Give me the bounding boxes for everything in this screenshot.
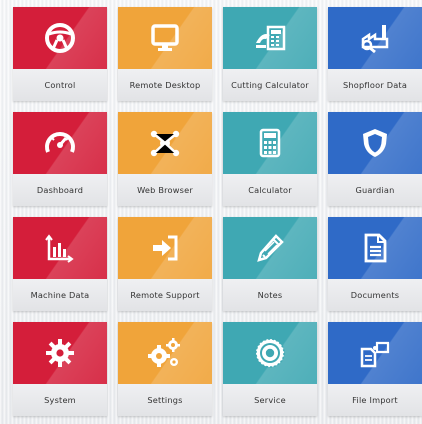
monitor-icon [151,24,179,51]
tile-label: Remote Support [118,279,212,311]
tile-documents-color-area [328,217,422,279]
tile-label: Remote Desktop [118,69,212,101]
tile-label: Guardian [328,174,422,206]
tile-machine-data-color-area [13,217,107,279]
tile-shopfloor-data-color-area [328,7,422,69]
tile-control-color-area [13,7,107,69]
tile-dashboard-color-area [13,112,107,174]
cog-wheel-icon [255,338,285,368]
tile-label: Web Browser [118,174,212,206]
tile-machine-data[interactable]: Machine Data [13,217,107,311]
tile-guardian-color-area [328,112,422,174]
gears-icon [148,338,180,367]
tile-remote-support-color-area [118,217,212,279]
bar-chart-icon [45,234,74,263]
tile-settings-color-area [118,322,212,384]
tile-system-color-area [13,322,107,384]
tile-remote-support[interactable]: Remote Support [118,217,212,311]
document-icon [364,233,387,263]
tile-settings[interactable]: Settings [118,322,212,416]
sign-in-icon [153,235,178,261]
gauge-icon [45,132,75,153]
tile-file-import[interactable]: File Import [328,322,422,416]
shield-icon [363,129,387,157]
tile-service[interactable]: Service [223,322,317,416]
tile-cutting-calculator-color-area [223,7,317,69]
tile-guardian[interactable]: Guardian [328,112,422,206]
tile-label: Documents [328,279,422,311]
tile-label: Settings [118,384,212,416]
tile-label: Cutting Calculator [223,69,317,101]
tile-label: Calculator [223,174,317,206]
tile-notes-color-area [223,217,317,279]
tile-documents[interactable]: Documents [328,217,422,311]
tile-web-browser-color-area [118,112,212,174]
tile-notes[interactable]: Notes [223,217,317,311]
tile-remote-desktop[interactable]: Remote Desktop [118,7,212,101]
tile-control[interactable]: Control [13,7,107,101]
cutting-calculator-icon [256,25,286,51]
tile-label: Shopfloor Data [328,69,422,101]
pencil-icon [257,234,284,262]
tile-web-browser[interactable]: Web Browser [118,112,212,206]
tile-label: Machine Data [13,279,107,311]
factory-icon [361,25,389,54]
steering-wheel-icon [45,23,75,53]
calculator-icon [259,128,281,158]
file-import-icon [360,341,390,368]
network-icon [150,130,180,157]
tile-remote-desktop-color-area [118,7,212,69]
tile-label: File Import [328,384,422,416]
tile-label: Notes [223,279,317,311]
tile-shopfloor-data[interactable]: Shopfloor Data [328,7,422,101]
app-launcher-grid: Control Remote Desktop Cutting Calculato… [13,7,422,417]
tile-calculator-color-area [223,112,317,174]
tile-service-color-area [223,322,317,384]
tile-label: Dashboard [13,174,107,206]
gear-icon [46,339,74,367]
tile-calculator[interactable]: Calculator [223,112,317,206]
tile-system[interactable]: System [13,322,107,416]
tile-label: System [13,384,107,416]
tile-file-import-color-area [328,322,422,384]
tile-label: Control [13,69,107,101]
tile-cutting-calculator[interactable]: Cutting Calculator [223,7,317,101]
tile-label: Service [223,384,317,416]
tile-dashboard[interactable]: Dashboard [13,112,107,206]
